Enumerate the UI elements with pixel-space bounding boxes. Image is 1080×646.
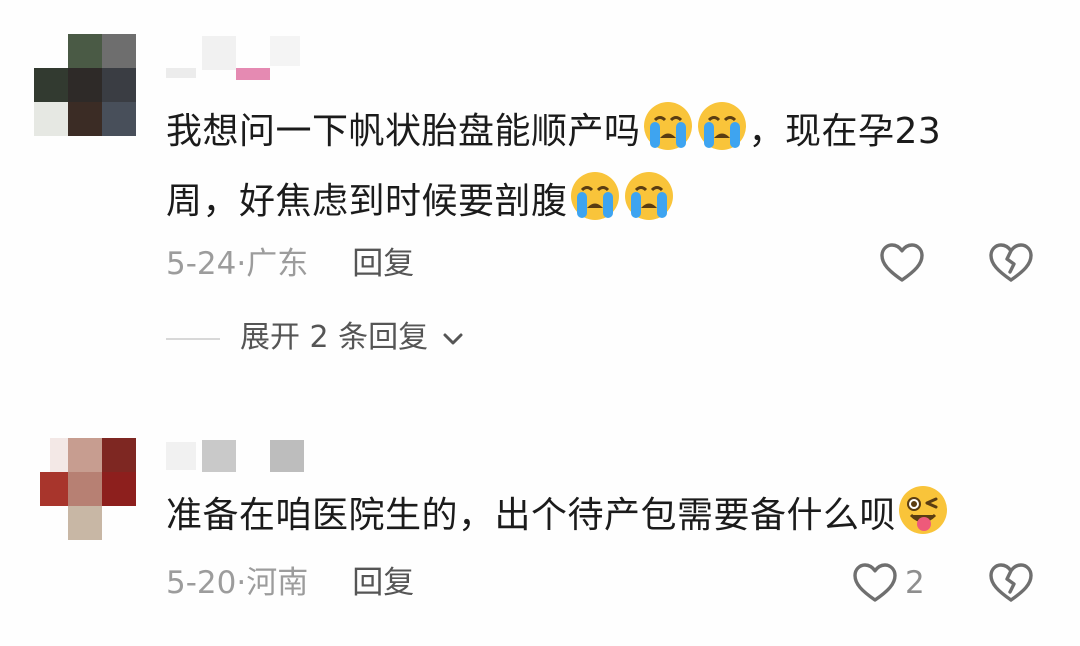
comment-date: 5-20 bbox=[166, 565, 237, 601]
like-count: 2 bbox=[905, 565, 925, 601]
comment-meta: 5-20·河南 回复 bbox=[166, 563, 414, 603]
broken-heart-outline-icon[interactable] bbox=[988, 242, 1034, 284]
meta-separator: · bbox=[236, 565, 247, 601]
expand-replies-label: 展开 2 条回复 bbox=[240, 320, 429, 355]
avatar[interactable] bbox=[34, 34, 136, 136]
comment-meta: 5-24·广东 回复 bbox=[166, 244, 414, 284]
comment-location: 河南 bbox=[246, 565, 309, 601]
username-blurred[interactable] bbox=[166, 438, 306, 474]
broken-heart-outline-icon[interactable] bbox=[988, 562, 1034, 604]
heart-outline-icon[interactable] bbox=[879, 242, 925, 284]
comment-date: 5-24 bbox=[166, 246, 237, 282]
loudly-crying-face-icon bbox=[697, 102, 746, 150]
winking-face-with-tongue-icon bbox=[899, 486, 948, 534]
meta-separator: · bbox=[236, 246, 247, 282]
reply-button[interactable]: 回复 bbox=[352, 565, 414, 601]
heart-outline-icon[interactable] bbox=[852, 562, 898, 604]
loudly-crying-face-icon bbox=[570, 172, 619, 220]
expand-replies-button[interactable]: 展开 2 条回复 bbox=[166, 318, 466, 358]
divider-line bbox=[166, 337, 220, 340]
loudly-crying-face-icon bbox=[624, 172, 673, 220]
comment-text: 我想问一下帆状胎盘能顺产吗 ，现在孕23 周，好焦虑到时候要剖腹 bbox=[166, 97, 1046, 237]
reply-button[interactable]: 回复 bbox=[352, 246, 414, 282]
comment-location: 广东 bbox=[246, 246, 309, 282]
avatar[interactable] bbox=[34, 438, 136, 540]
chevron-down-icon bbox=[443, 333, 463, 345]
comment-text: 准备在咱医院生的，出个待产包需要备什么呗 bbox=[166, 481, 1046, 551]
loudly-crying-face-icon bbox=[643, 102, 692, 150]
username-blurred[interactable] bbox=[166, 34, 306, 80]
